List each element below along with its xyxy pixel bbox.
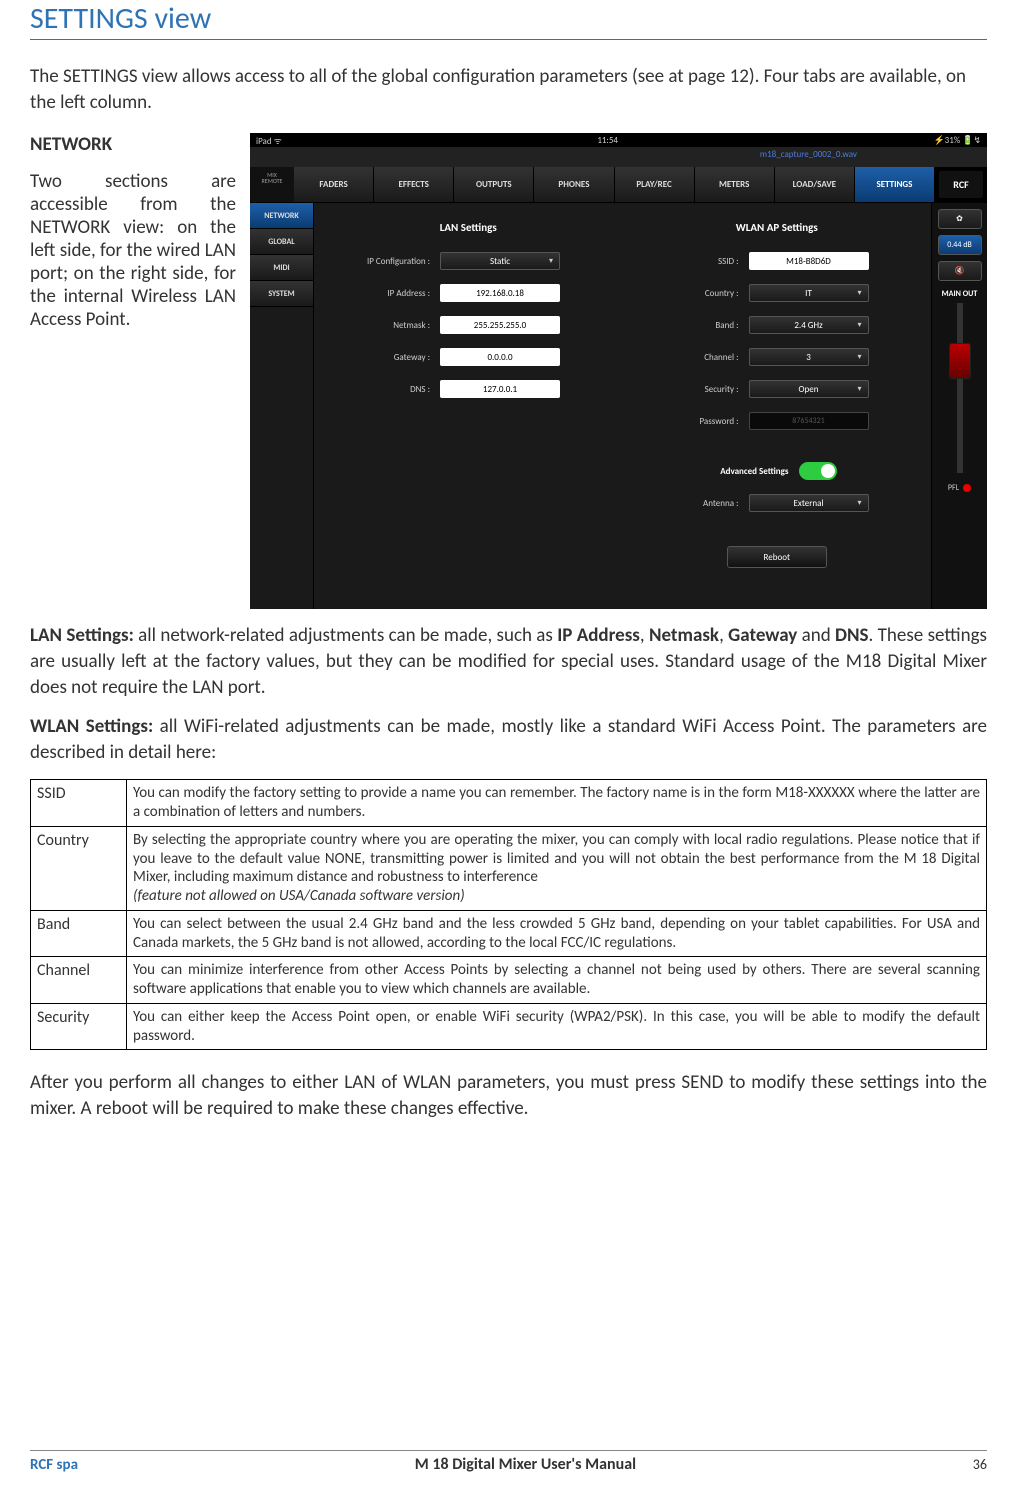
- ipaddr-input[interactable]: 192.168.0.18: [440, 284, 560, 302]
- security-label: Security :: [649, 384, 749, 395]
- netmask-input[interactable]: 255.255.255.0: [440, 316, 560, 334]
- tab-effects[interactable]: EFFECTS: [374, 167, 454, 202]
- channel-label: Channel :: [649, 352, 749, 363]
- intro-text: The SETTINGS view allows access to all o…: [30, 64, 987, 115]
- fader-knob[interactable]: [949, 343, 971, 379]
- footer-title: M 18 Digital Mixer User's Manual: [415, 1455, 636, 1474]
- table-cell: You can minimize interference from other…: [127, 957, 987, 1004]
- page-footer: RCF spa M 18 Digital Mixer User's Manual…: [30, 1450, 987, 1474]
- after-para: After you perform all changes to either …: [30, 1070, 987, 1121]
- main-out-label: MAIN OUT: [932, 289, 987, 299]
- sidebar-network[interactable]: NETWORK: [250, 203, 313, 229]
- table-header: Band: [31, 910, 127, 957]
- tab-faders[interactable]: FADERS: [294, 167, 374, 202]
- tab-outputs[interactable]: OUTPUTS: [454, 167, 534, 202]
- gear-button[interactable]: ✿: [938, 209, 982, 229]
- advanced-label: Advanced Settings: [649, 466, 799, 477]
- tab-phones[interactable]: PHONES: [534, 167, 614, 202]
- band-label: Band :: [649, 320, 749, 331]
- db-readout[interactable]: 0.44 dB: [938, 235, 982, 255]
- antenna-select[interactable]: External: [749, 494, 869, 512]
- statusbar-left: iPad ᯤ: [256, 134, 282, 147]
- table-cell: You can select between the usual 2.4 GHz…: [127, 910, 987, 957]
- gateway-input[interactable]: 0.0.0.0: [440, 348, 560, 366]
- lan-settings-para: LAN Settings: all network-related adjust…: [30, 623, 987, 700]
- password-label: Password :: [649, 416, 749, 427]
- ssid-input[interactable]: M18-B8D6D: [749, 252, 869, 270]
- band-select[interactable]: 2.4 GHz: [749, 316, 869, 334]
- wlan-params-table: SSIDYou can modify the factory setting t…: [30, 779, 987, 1050]
- country-select[interactable]: IT: [749, 284, 869, 302]
- ssid-label: SSID :: [649, 256, 749, 267]
- section-title: SETTINGS view: [30, 0, 987, 40]
- pfl-label: PFL: [948, 483, 959, 493]
- footer-company: RCF spa: [30, 1456, 78, 1474]
- mute-button[interactable]: 🔇: [938, 261, 982, 281]
- dns-label: DNS :: [340, 384, 440, 395]
- table-header: Security: [31, 1003, 127, 1050]
- table-cell: By selecting the appropriate country whe…: [127, 826, 987, 910]
- ipaddr-label: IP Address :: [340, 288, 440, 299]
- table-cell: You can modify the factory setting to pr…: [127, 780, 987, 827]
- table-row: SSIDYou can modify the factory setting t…: [31, 780, 987, 827]
- table-header: SSID: [31, 780, 127, 827]
- main-fader[interactable]: [957, 303, 963, 473]
- ipconf-select[interactable]: Static: [440, 252, 560, 270]
- sidebar-global[interactable]: GLOBAL: [250, 229, 313, 255]
- tab-settings[interactable]: SETTINGS: [855, 167, 935, 202]
- table-row: ChannelYou can minimize interference fro…: [31, 957, 987, 1004]
- netmask-label: Netmask :: [340, 320, 440, 331]
- antenna-label: Antenna :: [649, 498, 749, 509]
- statusbar-right: ⚡31% 🔋↯: [933, 135, 981, 146]
- rcf-logo: RCF: [939, 171, 983, 198]
- country-label: Country :: [649, 288, 749, 299]
- table-cell: You can either keep the Access Point ope…: [127, 1003, 987, 1050]
- tab-loadsave[interactable]: LOAD/SAVE: [775, 167, 855, 202]
- settings-screenshot: iPad ᯤ 11:54 ⚡31% 🔋↯ m18_capture_0002_0.…: [250, 133, 987, 609]
- lan-title: LAN Settings: [340, 221, 597, 234]
- table-row: BandYou can select between the usual 2.4…: [31, 910, 987, 957]
- ipconf-label: IP Configuration :: [340, 256, 440, 267]
- network-description: Two sections are accessible from the NET…: [30, 170, 236, 331]
- wlan-settings-para: WLAN Settings: all WiFi-related adjustme…: [30, 714, 987, 765]
- gateway-label: Gateway :: [340, 352, 440, 363]
- sidebar-midi[interactable]: MIDI: [250, 255, 313, 281]
- statusbar-time: 11:54: [597, 135, 618, 146]
- sidebar-system[interactable]: SYSTEM: [250, 281, 313, 307]
- tab-playrec[interactable]: PLAY/REC: [615, 167, 695, 202]
- player-filename: m18_capture_0002_0.wav: [760, 149, 857, 160]
- mute-icon: 🔇: [955, 266, 965, 276]
- table-row: SecurityYou can either keep the Access P…: [31, 1003, 987, 1050]
- dns-input[interactable]: 127.0.0.1: [440, 380, 560, 398]
- table-row: CountryBy selecting the appropriate coun…: [31, 826, 987, 910]
- security-select[interactable]: Open: [749, 380, 869, 398]
- mixremote-logo: MIXREMOTE: [250, 167, 294, 202]
- password-input[interactable]: 87654321: [749, 412, 869, 430]
- footer-page-number: 36: [973, 1456, 987, 1473]
- table-header: Channel: [31, 957, 127, 1004]
- advanced-toggle[interactable]: [799, 462, 837, 480]
- reboot-button[interactable]: Reboot: [727, 546, 827, 568]
- wlan-title: WLAN AP Settings: [649, 221, 906, 234]
- pfl-led: [963, 484, 971, 492]
- channel-select[interactable]: 3: [749, 348, 869, 366]
- tab-meters[interactable]: METERS: [695, 167, 775, 202]
- table-header: Country: [31, 826, 127, 910]
- network-subtitle: NETWORK: [30, 133, 236, 156]
